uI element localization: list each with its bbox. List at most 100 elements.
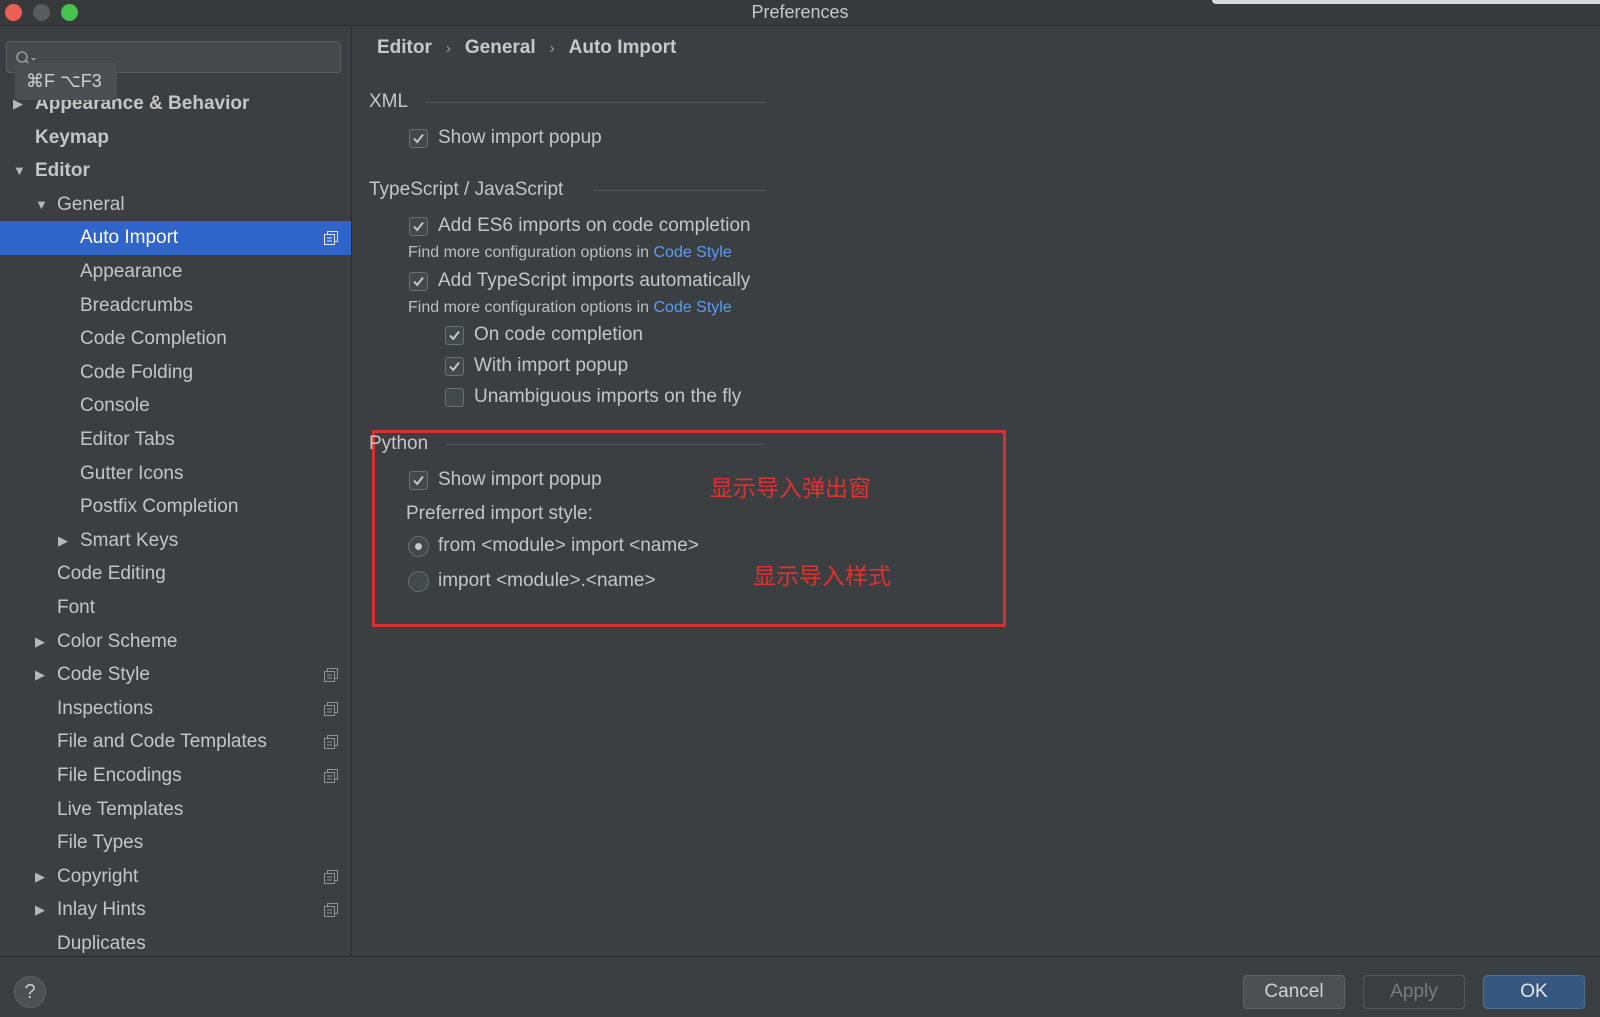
checkmark-icon (449, 330, 460, 341)
sidebar-item-copyright[interactable]: ▶ Copyright (0, 860, 351, 894)
code-style-link[interactable]: Code Style (653, 299, 731, 316)
config-hint: Find more configuration options in Code … (408, 299, 732, 316)
checkmark-icon (413, 221, 424, 232)
sidebar-item-label: Keymap (35, 126, 109, 148)
sidebar-item-label: Code Completion (80, 328, 227, 350)
annotation-popup: 显示导入弹出窗 (710, 476, 871, 502)
checkbox-box[interactable] (445, 388, 464, 407)
apply-button[interactable]: Apply (1363, 975, 1465, 1009)
sidebar-item-code-style[interactable]: ▶ Code Style (0, 658, 351, 692)
sidebar-item-smart-keys[interactable]: ▶ Smart Keys (0, 524, 351, 558)
checkmark-icon (413, 276, 424, 287)
section-divider (425, 102, 765, 103)
dialog-button-bar: ? Cancel Apply OK (0, 956, 1600, 1017)
sidebar-item-label: Inspections (57, 697, 154, 719)
sidebar-item-editor[interactable]: ▼ Editor (0, 154, 351, 188)
sidebar-item-live-templates[interactable]: Live Templates (0, 793, 351, 827)
overlapping-window-edge (1212, 0, 1600, 4)
breadcrumb-item-general[interactable]: General (465, 37, 536, 58)
sidebar-item-code-folding[interactable]: Code Folding (0, 356, 351, 390)
checkbox-box[interactable] (409, 217, 428, 236)
expand-down-icon[interactable]: ▼ (35, 188, 49, 222)
sidebar-item-label: General (57, 193, 125, 215)
sidebar-item-label: File and Code Templates (57, 731, 267, 753)
help-button[interactable]: ? (14, 976, 46, 1008)
project-scope-icon (324, 701, 338, 716)
sidebar-item-file-types[interactable]: File Types (0, 826, 351, 860)
expand-right-icon[interactable]: ▶ (35, 893, 49, 927)
sidebar-item-label: Inlay Hints (57, 899, 146, 921)
sidebar-item-gutter-icons[interactable]: Gutter Icons (0, 457, 351, 491)
sidebar-item-label: Editor (35, 160, 90, 182)
breadcrumb-separator: › (549, 40, 555, 57)
sidebar-item-code-editing[interactable]: Code Editing (0, 557, 351, 591)
sidebar-item-general[interactable]: ▼ General (0, 188, 351, 222)
code-style-link[interactable]: Code Style (653, 244, 731, 261)
sidebar-item-label: Smart Keys (80, 529, 179, 551)
breadcrumb-separator: › (445, 40, 451, 57)
window-title: Preferences (751, 2, 849, 22)
sidebar-item-label: Breadcrumbs (80, 294, 193, 316)
cancel-button[interactable]: Cancel (1243, 975, 1345, 1009)
sidebar-item-inlay-hints[interactable]: ▶ Inlay Hints (0, 893, 351, 927)
sidebar-item-color-scheme[interactable]: ▶ Color Scheme (0, 625, 351, 659)
sidebar-item-code-completion[interactable]: Code Completion (0, 322, 351, 356)
project-scope-icon (324, 769, 338, 783)
sidebar-item-label: Appearance (80, 261, 183, 282)
settings-sidebar: ⌘F ⌥F3 ▶ Appearance & Behavior Keymap ▼ Edit… (0, 27, 352, 956)
radio-selected-dot (415, 543, 422, 550)
sidebar-item-inspections[interactable]: Inspections (0, 692, 351, 726)
sidebar-item-file-and-code-templates[interactable]: File and Code Templates (0, 725, 351, 759)
title-bar: Preferences (0, 0, 1600, 26)
sidebar-item-label: Duplicates (57, 933, 146, 954)
sidebar-item-breadcrumbs[interactable]: Breadcrumbs (0, 289, 351, 323)
sidebar-item-label: Gutter Icons (80, 462, 184, 484)
sidebar-item-appearance[interactable]: Appearance (0, 255, 351, 289)
sidebar-item-label: Live Templates (57, 798, 184, 820)
project-scope-icon (324, 735, 338, 750)
checkbox-box[interactable] (445, 326, 464, 345)
radio-button[interactable] (408, 571, 429, 592)
sidebar-item-label: Editor Tabs (80, 429, 175, 450)
expand-right-icon[interactable]: ▶ (35, 860, 49, 894)
preferred-import-style-label: Preferred import style: (406, 503, 593, 524)
sidebar-item-label: Copyright (57, 865, 139, 887)
sidebar-item-label: Postfix Completion (80, 496, 239, 518)
expand-right-icon[interactable]: ▶ (35, 658, 49, 692)
annotation-style: 显示导入样式 (753, 564, 891, 590)
auto-import-panel: Editor › General › Auto Import XML Show impo… (353, 27, 1600, 956)
expand-right-icon[interactable]: ▶ (35, 625, 49, 659)
sidebar-item-font[interactable]: Font (0, 591, 351, 625)
radio-button[interactable] (408, 536, 429, 557)
sidebar-item-label: Code Style (57, 664, 150, 686)
checkmark-icon (413, 133, 424, 144)
expand-down-icon[interactable]: ▼ (13, 154, 27, 188)
sidebar-item-keymap[interactable]: Keymap (0, 121, 351, 155)
checkbox-box[interactable] (409, 471, 428, 490)
ts-section-title: TypeScript / JavaScript (369, 179, 564, 200)
sidebar-item-duplicates[interactable]: Duplicates (0, 927, 351, 956)
sidebar-item-label: Code Folding (80, 361, 194, 383)
sidebar-item-label: Font (57, 597, 96, 618)
sidebar-item-postfix-completion[interactable]: Postfix Completion (0, 490, 351, 524)
sidebar-item-file-encodings[interactable]: File Encodings (0, 759, 351, 793)
section-divider (593, 190, 765, 191)
sidebar-item-label: File Types (57, 832, 144, 854)
expand-right-icon[interactable]: ▶ (58, 524, 72, 558)
checkbox-box[interactable] (409, 129, 428, 148)
breadcrumb-item-editor[interactable]: Editor (377, 37, 432, 58)
config-hint: Find more configuration options in Code … (408, 244, 732, 261)
python-section-title: Python (369, 433, 429, 454)
sidebar-item-label: Code Editing (57, 563, 166, 585)
checkbox-box[interactable] (445, 357, 464, 376)
sidebar-item-label: Console (80, 395, 150, 417)
sidebar-item-console[interactable]: Console (0, 389, 351, 423)
checkbox-box[interactable] (409, 272, 428, 291)
breadcrumb-item-auto-import: Auto Import (568, 37, 677, 58)
sidebar-item-editor-tabs[interactable]: Editor Tabs (0, 423, 351, 457)
ok-button[interactable]: OK (1483, 975, 1585, 1009)
project-scope-icon (324, 668, 338, 683)
sidebar-item-label: Color Scheme (57, 630, 178, 652)
breadcrumb: Editor › General › Auto Import (377, 37, 676, 59)
sidebar-item-auto-import[interactable]: Auto Import (0, 221, 351, 256)
